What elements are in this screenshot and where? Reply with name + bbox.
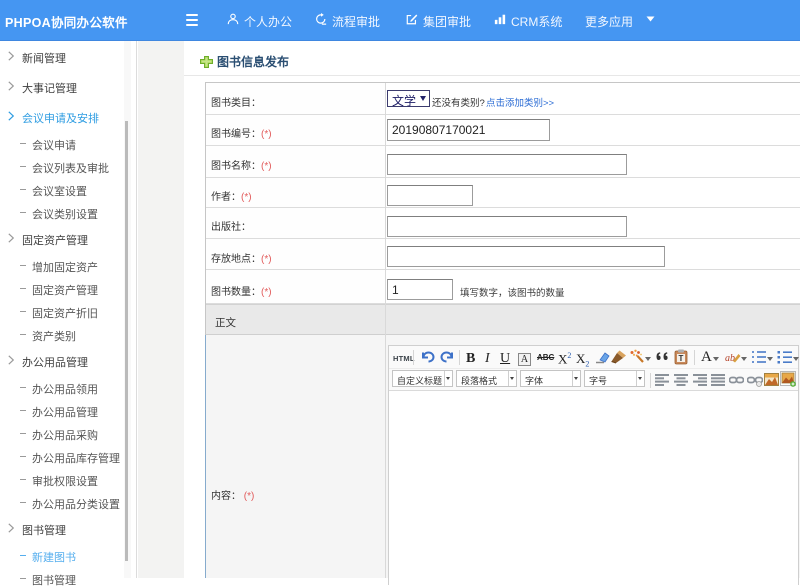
svg-text:ab: ab — [725, 353, 735, 364]
svg-text:T: T — [679, 354, 684, 363]
